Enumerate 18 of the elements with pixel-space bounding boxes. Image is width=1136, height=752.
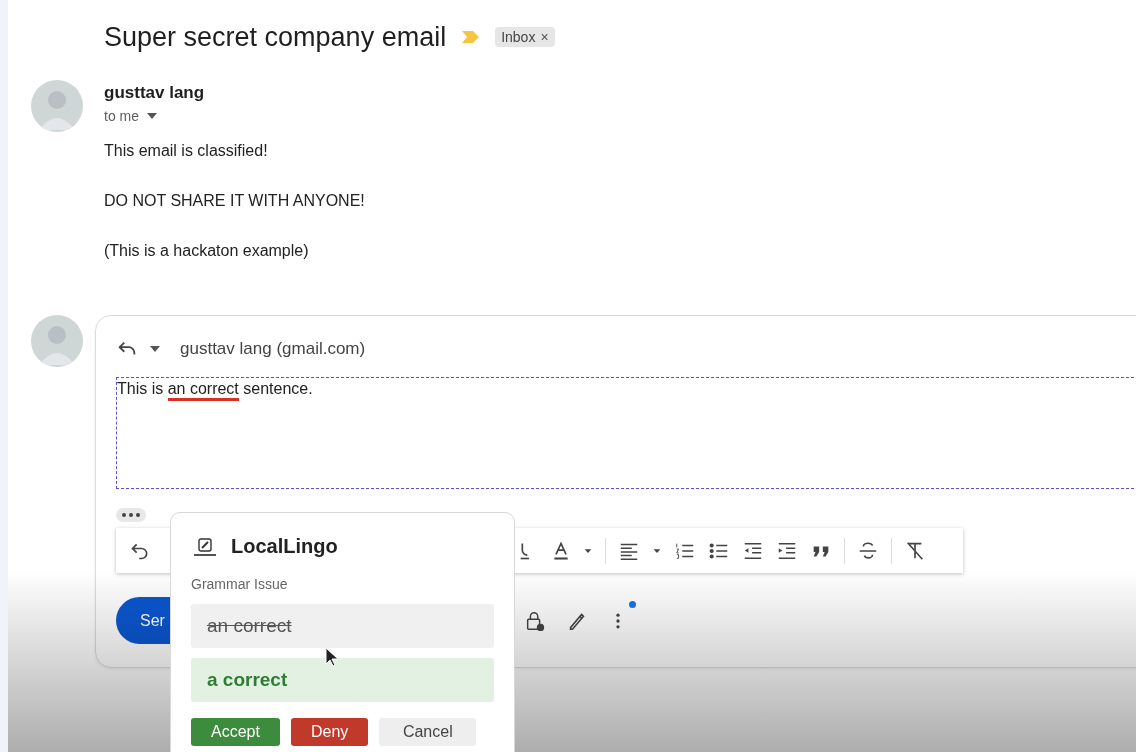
deny-button[interactable]: Deny	[290, 718, 369, 746]
sender-name: gusttav lang	[104, 83, 206, 103]
remove-label-button[interactable]: ×	[540, 29, 549, 45]
issue-type: Grammar Issue	[191, 576, 289, 592]
message-text: (This is a hackaton example)	[104, 242, 310, 260]
recipient-toggle[interactable]: to me	[104, 108, 365, 124]
message-text: DO NOT SHARE IT WITH ANYONE!	[104, 192, 365, 210]
popup-title: LocalLingo	[231, 535, 338, 558]
message-editor[interactable]: This is an correct sentence.	[116, 377, 1136, 489]
label-chip[interactable]: Inbox ×	[495, 27, 555, 47]
original-text: an correct	[191, 604, 494, 648]
suggestion-option[interactable]: a correct	[191, 658, 494, 702]
reply-recipient[interactable]: gusttav lang (gmail.com)	[180, 339, 366, 359]
send-button[interactable]: Ser	[116, 597, 170, 644]
cancel-button[interactable]: Cancel	[379, 718, 477, 746]
message-text: This email is classified!	[104, 142, 269, 160]
email-subject: Super secret company email	[104, 21, 447, 53]
accept-button[interactable]: Accept	[191, 718, 280, 746]
